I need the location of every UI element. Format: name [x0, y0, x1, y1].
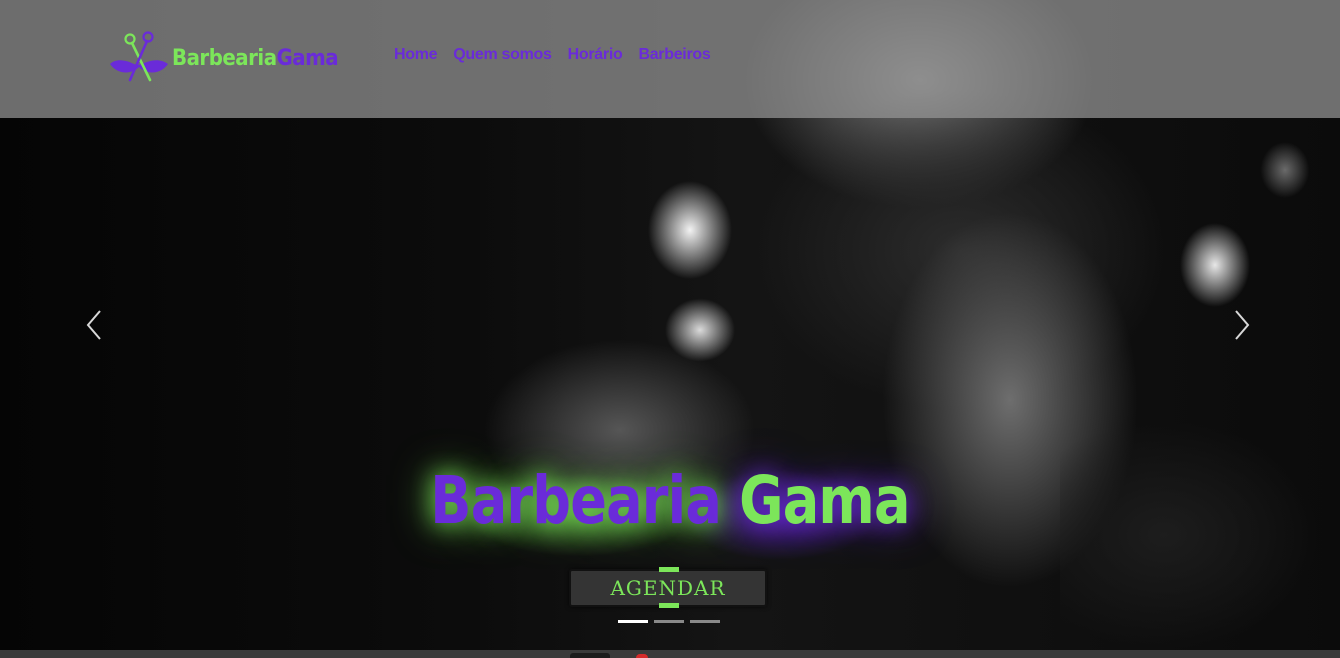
nav-link-home[interactable]: Home — [394, 46, 438, 64]
hero-title: Barbearia Gama — [121, 462, 1220, 539]
site-header: BarbeariaGama Home Quem somos Horário Ba… — [0, 0, 1340, 118]
scissors-mustache-icon — [108, 30, 170, 86]
bottom-element-dark — [570, 653, 610, 658]
carousel-indicator-2[interactable] — [654, 620, 684, 623]
carousel-next-button[interactable] — [1226, 305, 1256, 345]
carousel-indicator-3[interactable] — [690, 620, 720, 623]
button-accent-top — [659, 567, 679, 572]
bottom-element-red — [636, 654, 648, 658]
agendar-button[interactable]: AGENDAR — [569, 569, 767, 607]
hero-title-gama: Gama — [739, 462, 910, 539]
chevron-left-icon — [80, 305, 110, 345]
chevron-right-icon — [1226, 305, 1256, 345]
main-nav: Home Quem somos Horário Barbeiros — [394, 46, 711, 64]
nav-link-barbeiros[interactable]: Barbeiros — [638, 46, 710, 64]
logo-text: BarbeariaGama — [172, 45, 339, 71]
carousel-indicators — [618, 620, 720, 623]
agendar-button-wrapper: AGENDAR — [569, 567, 769, 609]
bottom-strip — [0, 650, 1340, 658]
hero-title-barbearia: Barbearia — [430, 462, 722, 539]
logo[interactable]: BarbeariaGama — [108, 30, 339, 86]
carousel-prev-button[interactable] — [80, 305, 110, 345]
logo-text-barbearia: Barbearia — [172, 45, 277, 71]
nav-link-quem-somos[interactable]: Quem somos — [453, 46, 552, 64]
nav-link-horario[interactable]: Horário — [568, 46, 623, 64]
logo-text-gama: Gama — [276, 45, 339, 71]
carousel-indicator-1[interactable] — [618, 620, 648, 623]
button-accent-bottom — [659, 603, 679, 608]
